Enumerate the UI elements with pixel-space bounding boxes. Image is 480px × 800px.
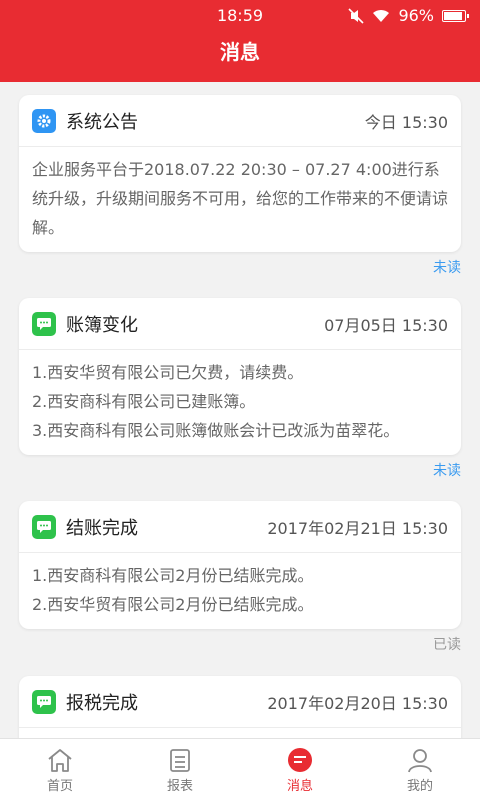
message-time: 2017年02月20日 15:30 <box>267 693 448 713</box>
message-body: 1.西安华贸有限公司已欠费，请续费。 2.西安商科有限公司已建账簿。 3.西安商… <box>19 350 461 455</box>
message-line: 1.西安华贸有限公司已欠费，请续费。 <box>32 363 304 382</box>
chat-icon <box>32 514 56 539</box>
tab-label: 消息 <box>286 779 313 794</box>
message-body: 1.西安商科有限公司2月份已结账完成。 2.西安华贸有限公司2月份已结账完成。 <box>19 553 461 629</box>
message-title: 账簿变化 <box>66 314 138 336</box>
tab-messages[interactable]: 消息 <box>240 739 360 800</box>
message-card-system[interactable]: 系统公告 今日 15:30 企业服务平台于2018.07.22 20:30 – … <box>19 95 461 252</box>
tab-profile[interactable]: 我的 <box>360 739 480 800</box>
message-line: 企业服务平台于2018.07.22 20:30 – 07.27 4:00进行系统… <box>32 160 449 237</box>
home-icon <box>48 749 72 772</box>
profile-icon <box>408 749 432 773</box>
unread-status: 未读 <box>433 260 461 276</box>
message-header: 报税完成 2017年02月20日 15:30 <box>19 676 461 728</box>
read-status: 已读 <box>433 637 461 653</box>
header-bar: 18:59 96% 消息 <box>0 0 480 82</box>
status-bar: 18:59 96% <box>0 0 480 32</box>
message-line: 3.西安商科有限公司账簿做账会计已改派为苗翠花。 <box>32 421 400 440</box>
message-title: 报税完成 <box>66 692 138 714</box>
chat-icon <box>32 689 56 714</box>
message-card-ledger[interactable]: 账簿变化 07月05日 15:30 1.西安华贸有限公司已欠费，请续费。 2.西… <box>19 298 461 455</box>
message-icon <box>288 748 312 772</box>
message-line: 1.西安商科有限公司2月份已结账完成。 <box>32 566 314 585</box>
report-icon <box>170 749 190 772</box>
message-title: 系统公告 <box>66 111 138 133</box>
chat-icon <box>32 311 56 336</box>
wifi-icon <box>373 9 390 22</box>
tab-label: 报表 <box>166 779 193 794</box>
unread-status: 未读 <box>433 463 461 479</box>
message-list[interactable]: 系统公告 今日 15:30 企业服务平台于2018.07.22 20:30 – … <box>0 82 480 738</box>
status-icons: 96% <box>348 6 469 25</box>
page-title: 消息 <box>220 40 260 64</box>
battery-percent: 96% <box>398 6 434 25</box>
message-line: 2.西安华贸有限公司2月份已结账完成。 <box>32 595 314 614</box>
message-time: 2017年02月21日 15:30 <box>267 518 448 538</box>
message-card-closing[interactable]: 结账完成 2017年02月21日 15:30 1.西安商科有限公司2月份已结账完… <box>19 501 461 629</box>
gear-icon <box>32 108 56 133</box>
message-time: 今日 15:30 <box>364 112 448 132</box>
message-body: 企业服务平台于2018.07.22 20:30 – 07.27 4:00进行系统… <box>19 147 461 252</box>
message-time: 07月05日 15:30 <box>324 315 448 335</box>
message-header: 账簿变化 07月05日 15:30 <box>19 298 461 350</box>
message-line: 2.西安商科有限公司已建账簿。 <box>32 392 256 411</box>
message-card-tax[interactable]: 报税完成 2017年02月20日 15:30 <box>19 676 461 738</box>
message-header: 系统公告 今日 15:30 <box>19 95 461 147</box>
tab-home[interactable]: 首页 <box>0 739 120 800</box>
mute-icon <box>348 7 365 24</box>
tab-report[interactable]: 报表 <box>120 739 240 800</box>
bottom-tab-bar: 首页 报表 消息 我的 <box>0 738 480 800</box>
message-header: 结账完成 2017年02月21日 15:30 <box>19 501 461 553</box>
message-title: 结账完成 <box>66 517 138 539</box>
battery-icon <box>442 9 469 22</box>
tab-label: 首页 <box>46 779 73 794</box>
tab-label: 我的 <box>406 779 433 794</box>
